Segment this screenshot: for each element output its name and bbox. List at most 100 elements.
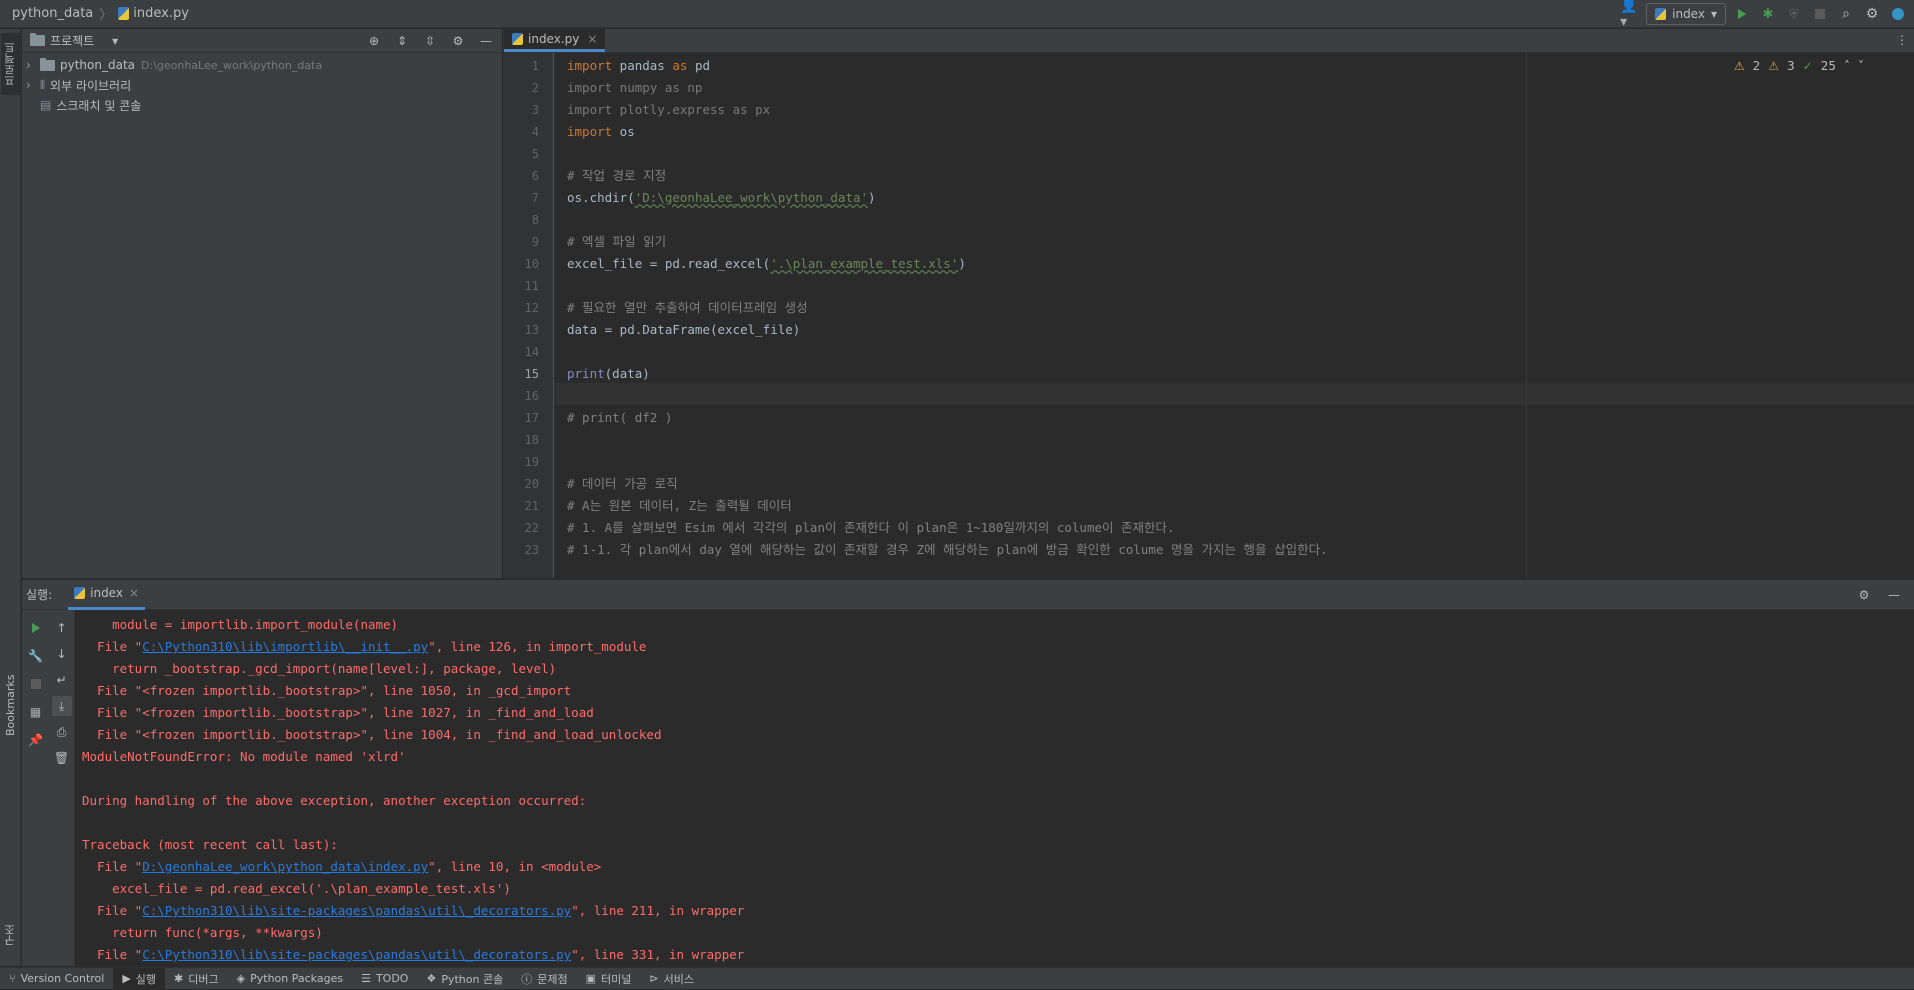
chevron-right-icon[interactable]: ›: [26, 78, 40, 92]
gear-icon[interactable]: ⚙: [448, 31, 468, 51]
python-packages-tab[interactable]: ◈ Python Packages: [228, 968, 352, 990]
console-line: return func(*args, **kwargs): [82, 925, 323, 940]
status-tab-label: 터미널: [600, 972, 632, 986]
code-editor[interactable]: import pandas as pd import numpy as np i…: [567, 53, 1894, 578]
arrow-down-icon[interactable]: ↓: [52, 644, 72, 664]
status-tab-label: 실행: [135, 972, 157, 986]
services-tab[interactable]: ⊳ 서비스: [640, 968, 703, 990]
gear-icon[interactable]: ⚙: [1854, 585, 1874, 605]
trash-icon[interactable]: 🗑: [52, 748, 72, 768]
chevron-right-icon[interactable]: ›: [26, 58, 40, 72]
tree-item-path: D:\geonhaLee_work\python_data: [141, 58, 323, 72]
tree-item-external-libraries[interactable]: › ⫴ 외부 라이브러리: [22, 75, 502, 95]
gear-icon[interactable]: ⚙: [1862, 4, 1882, 24]
wrench-icon[interactable]: 🔧: [26, 646, 46, 666]
console-output[interactable]: module = importlib.import_module(name) F…: [82, 614, 1914, 966]
python-file-icon: [74, 587, 86, 599]
terminal-tab[interactable]: ▣ 터미널: [577, 968, 641, 990]
console-text: ", line 211, in wrapper: [571, 903, 745, 918]
file-link[interactable]: C:\Python310\lib\site-packages\pandas\ut…: [142, 947, 571, 962]
line-number: 15: [524, 367, 539, 381]
run-icon[interactable]: [1732, 4, 1752, 24]
code-line: os.chdir('D:\geonhaLee_work\python_data'…: [567, 187, 876, 209]
line-number: 7: [531, 191, 539, 205]
more-tabs-icon[interactable]: ⋮: [1896, 33, 1908, 47]
pin-icon[interactable]: 📌: [26, 730, 46, 750]
line-number: 2: [531, 81, 539, 95]
plugin-icon[interactable]: [1888, 4, 1908, 24]
file-link[interactable]: C:\Python310\lib\importlib\__init__.py: [142, 639, 428, 654]
breadcrumb-project[interactable]: python_data: [12, 6, 93, 21]
bookmarks-tool-tab[interactable]: Bookmarks: [1, 669, 20, 741]
line-number: 23: [524, 543, 539, 557]
string-literal: 'D:\geonhaLee_work\python_data': [634, 190, 869, 205]
soft-wrap-icon[interactable]: ↵: [52, 670, 72, 690]
run-config-selector[interactable]: index ▾: [1646, 3, 1726, 25]
status-tab-label: TODO: [375, 972, 409, 985]
structure-tool-tab[interactable]: 구조: [1, 914, 20, 956]
todo-tab[interactable]: ☰ TODO: [352, 968, 417, 990]
packages-icon: ◈: [236, 972, 246, 985]
console-line: excel_file = pd.read_excel('.\plan_examp…: [82, 881, 511, 896]
builtin-function: print: [567, 366, 605, 381]
stop-icon[interactable]: [1810, 4, 1830, 24]
collapse-all-icon[interactable]: ⇳: [420, 31, 440, 51]
info-icon: ⓘ: [521, 972, 533, 986]
file-link[interactable]: C:\Python310\lib\site-packages\pandas\ut…: [142, 903, 571, 918]
debug-icon[interactable]: ✱: [1758, 4, 1778, 24]
rerun-icon[interactable]: [26, 618, 46, 638]
version-control-tab[interactable]: ⑂ Version Control: [0, 968, 113, 990]
scratches-icon: ▤: [40, 98, 52, 112]
run-tab[interactable]: ▶ 실행: [113, 967, 166, 990]
line-number: 12: [524, 301, 539, 315]
layout-icon[interactable]: ▦: [26, 702, 46, 722]
file-link[interactable]: D:\geonhaLee_work\python_data\index.py: [142, 859, 428, 874]
console-text: ", line 331, in wrapper: [571, 947, 745, 962]
breadcrumb-file[interactable]: index.py: [133, 6, 189, 21]
run-panel-label: 실행:: [26, 588, 53, 602]
close-icon[interactable]: ×: [129, 586, 139, 600]
arrow-up-icon[interactable]: ↑: [52, 618, 72, 638]
search-icon[interactable]: ⌕: [1836, 4, 1856, 24]
project-tab-label: 프로젝트: [3, 42, 17, 86]
tree-item-label: python_data: [60, 58, 136, 72]
code-line: import pandas as pd: [567, 55, 710, 77]
run-tab-index[interactable]: index ×: [68, 580, 146, 610]
line-number: 8: [531, 213, 539, 227]
console-line: During handling of the above exception, …: [82, 793, 587, 808]
code-line: import plotly.express as px: [567, 102, 771, 117]
editor-tab-index-py[interactable]: index.py ×: [504, 28, 606, 52]
close-icon[interactable]: ×: [587, 32, 597, 46]
problems-tab[interactable]: ⓘ 문제점: [512, 968, 576, 990]
minimize-icon[interactable]: —: [1884, 585, 1904, 605]
print-icon[interactable]: ⎙: [52, 722, 72, 742]
console-line: module = importlib.import_module(name): [82, 617, 399, 632]
tree-item-scratches[interactable]: ▤ 스크래치 및 콘솔: [22, 95, 502, 115]
line-number: 3: [531, 103, 539, 117]
code-line: excel_file = pd.read_excel('.\plan_examp…: [567, 253, 966, 275]
expand-all-icon[interactable]: ⇕: [392, 31, 412, 51]
status-tab-label: 서비스: [663, 972, 694, 986]
python-console-tab[interactable]: ❖ Python 콘솔: [417, 968, 512, 990]
locate-icon[interactable]: ⊕: [364, 31, 384, 51]
console-line: return _bootstrap._gcd_import(name[level…: [82, 661, 557, 676]
coverage-icon[interactable]: ⛨: [1784, 4, 1804, 24]
services-icon: ⊳: [649, 972, 659, 985]
project-panel-title[interactable]: 프로젝트: [50, 32, 94, 49]
line-number: 14: [524, 345, 539, 359]
chevron-down-icon[interactable]: ▾: [112, 34, 118, 48]
line-number: 18: [524, 433, 539, 447]
debug-tab[interactable]: ✱ 디버그: [165, 968, 228, 990]
user-icon[interactable]: 👤▾: [1620, 0, 1640, 30]
code-text: os.chdir(: [567, 190, 635, 205]
minimize-icon[interactable]: —: [476, 31, 496, 51]
stop-icon[interactable]: [26, 674, 46, 694]
scroll-to-end-icon[interactable]: ⤓: [51, 696, 72, 716]
console-text: File ": [82, 859, 143, 874]
project-tool-tab[interactable]: 프로젝트: [1, 33, 20, 95]
code-line: print(data): [567, 363, 650, 385]
tree-item-project-root[interactable]: › python_data D:\geonhaLee_work\python_d…: [22, 55, 502, 75]
line-number: 11: [524, 279, 539, 293]
status-tab-label: 디버그: [188, 972, 219, 986]
